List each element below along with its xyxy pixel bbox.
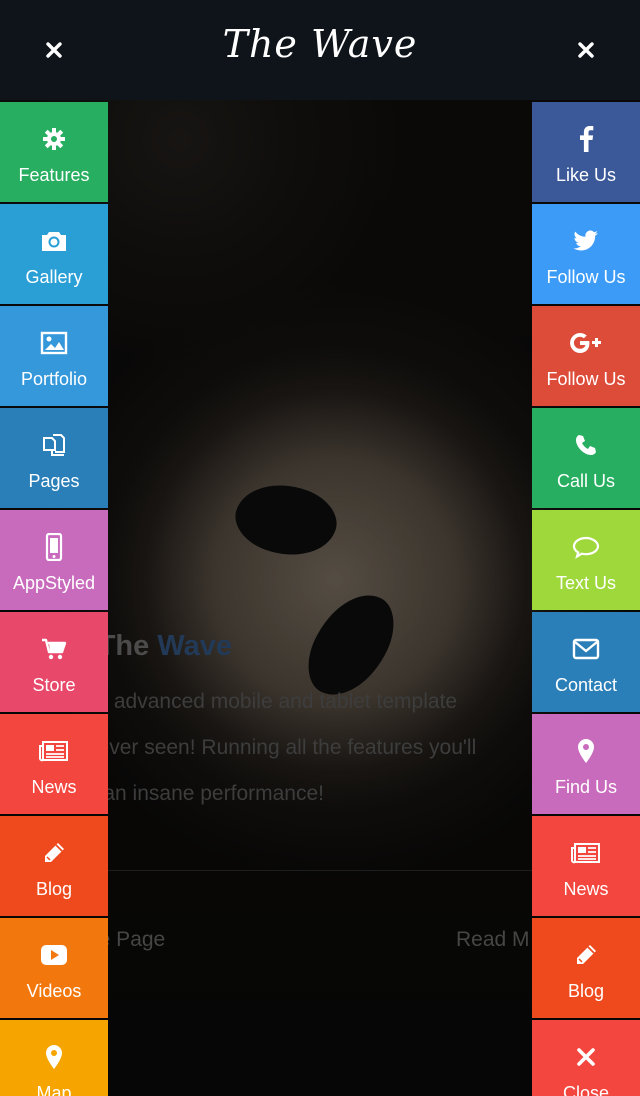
menu-item-label: News: [31, 777, 77, 797]
menu-item-label: Contact: [554, 675, 618, 695]
twitter-icon: [573, 226, 599, 256]
menu-item-label: Store: [32, 675, 76, 695]
chat-icon: [572, 532, 600, 562]
menu-item-pages[interactable]: Pages: [0, 408, 108, 508]
map-pin-icon: [577, 736, 595, 766]
menu-item-label: News: [563, 879, 609, 899]
hero-body: ost advanced mobile and tablet template …: [80, 690, 477, 805]
menu-item-text-us[interactable]: Text Us: [532, 510, 640, 610]
menu-item-follow-us-google[interactable]: Follow Us: [532, 306, 640, 406]
menu-item-label: Like Us: [555, 165, 617, 185]
right-sidebar-menu: Like Us Follow Us Follow Us Call Us Text…: [532, 102, 640, 1096]
close-icon: [578, 42, 594, 58]
menu-item-label: Close: [562, 1083, 610, 1096]
menu-item-news[interactable]: News: [532, 816, 640, 916]
hero-title: t The Wave: [80, 630, 233, 662]
menu-item-label: AppStyled: [12, 573, 96, 593]
left-sidebar-menu: Features Gallery Portfolio Pages AppStyl…: [0, 102, 108, 1096]
close-icon: [577, 1042, 595, 1072]
envelope-icon: [572, 634, 600, 664]
menu-item-label: Blog: [567, 981, 605, 1001]
menu-item-label: Map: [36, 1083, 72, 1096]
newspaper-icon: [571, 838, 601, 868]
divider: [108, 870, 532, 871]
menu-item-videos[interactable]: Videos: [0, 918, 108, 1018]
close-right-menu-button[interactable]: [566, 30, 606, 70]
menu-item-call-us[interactable]: Call Us: [532, 408, 640, 508]
pencil-icon: [42, 838, 66, 868]
menu-item-label: Text Us: [555, 573, 616, 593]
menu-item-gallery[interactable]: Gallery: [0, 204, 108, 304]
menu-item-label: Follow Us: [546, 369, 626, 389]
image-icon: [40, 328, 68, 358]
menu-item-map[interactable]: Map: [0, 1020, 108, 1096]
menu-item-find-us[interactable]: Find Us: [532, 714, 640, 814]
menu-item-label: Pages: [28, 471, 80, 491]
gear-icon: [42, 124, 66, 154]
menu-item-label: Videos: [26, 981, 82, 1001]
menu-item-contact[interactable]: Contact: [532, 612, 640, 712]
pages-icon: [41, 430, 67, 460]
menu-item-label: Call Us: [556, 471, 615, 491]
facebook-icon: [578, 124, 594, 154]
menu-item-blog[interactable]: Blog: [0, 816, 108, 916]
menu-item-like-us[interactable]: Like Us: [532, 102, 640, 202]
cart-icon: [41, 634, 67, 664]
play-icon: [40, 940, 68, 970]
menu-item-label: Blog: [35, 879, 73, 899]
pencil-icon: [574, 940, 598, 970]
phone-call-icon: [574, 430, 598, 460]
map-pin-icon: [45, 1042, 63, 1072]
app-logo: The Wave: [222, 22, 418, 66]
read-more-link[interactable]: Read M: [456, 928, 530, 952]
menu-item-appstyled[interactable]: AppStyled: [0, 510, 108, 610]
menu-item-label: Features: [18, 165, 90, 185]
menu-item-news[interactable]: News: [0, 714, 108, 814]
menu-item-label: Find Us: [554, 777, 617, 797]
menu-item-close[interactable]: Close: [532, 1020, 640, 1096]
menu-item-label: Portfolio: [20, 369, 88, 389]
menu-item-blog[interactable]: Blog: [532, 918, 640, 1018]
menu-item-features[interactable]: Features: [0, 102, 108, 202]
menu-item-portfolio[interactable]: Portfolio: [0, 306, 108, 406]
camera-icon: [40, 226, 68, 256]
google-plus-icon: [569, 328, 603, 358]
menu-item-label: Follow Us: [546, 267, 626, 287]
menu-item-label: Gallery: [25, 267, 83, 287]
hero-content: t The Wave ost advanced mobile and table…: [80, 630, 540, 817]
phone-icon: [45, 532, 63, 562]
menu-item-follow-us-twitter[interactable]: Follow Us: [532, 204, 640, 304]
menu-item-store[interactable]: Store: [0, 612, 108, 712]
newspaper-icon: [39, 736, 69, 766]
header: The Wave: [0, 0, 640, 100]
